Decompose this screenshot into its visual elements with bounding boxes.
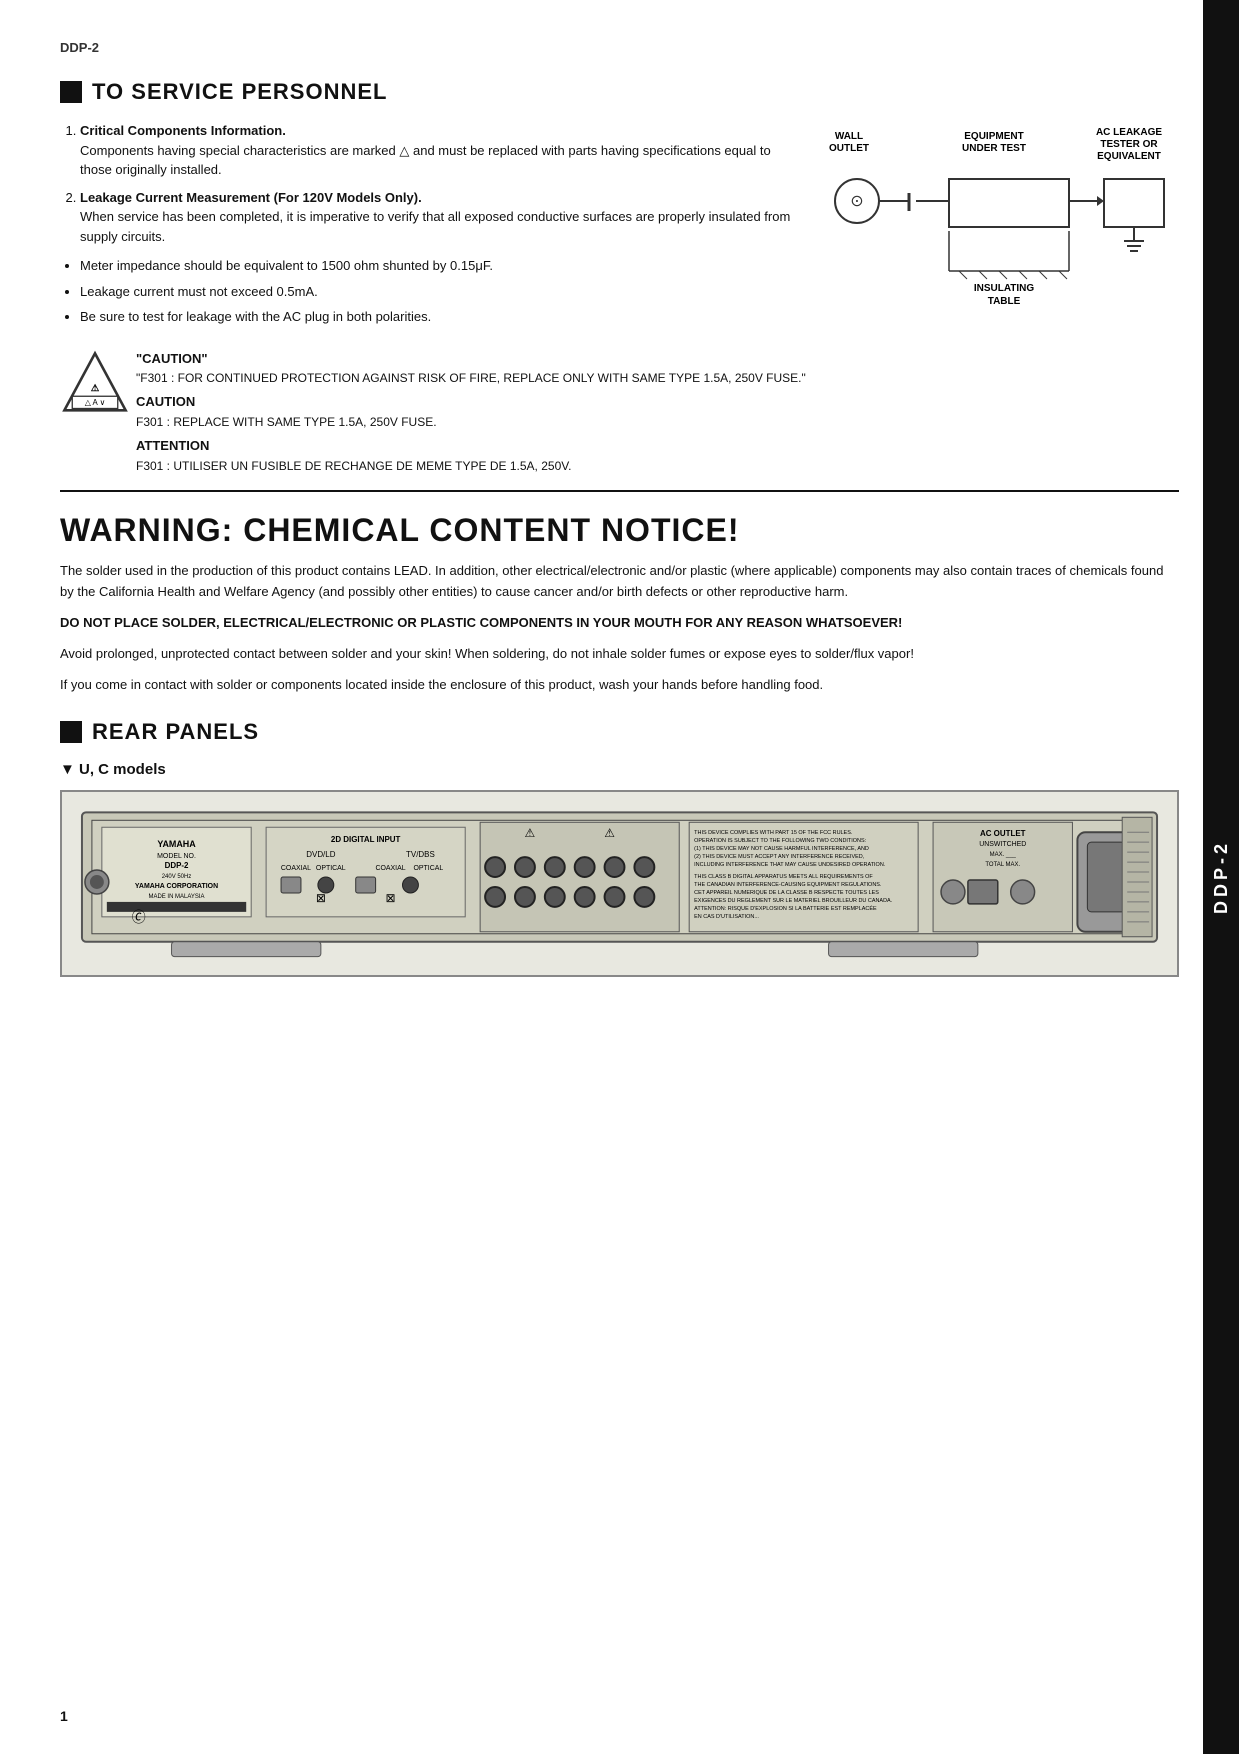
svg-text:COAXIAL: COAXIAL xyxy=(281,865,311,872)
svg-text:TESTER OR: TESTER OR xyxy=(1100,139,1158,150)
svg-text:△ A ∨: △ A ∨ xyxy=(85,398,106,407)
svg-text:OUTLET: OUTLET xyxy=(829,143,869,154)
warning-para4: If you come in contact with solder or co… xyxy=(60,675,1179,696)
svg-text:EQUIVALENT: EQUIVALENT xyxy=(1097,151,1161,162)
service-personnel-heading: TO SERVICE PERSONNEL xyxy=(60,79,1179,105)
service-list-item-1: Critical Components Information. Compone… xyxy=(80,121,799,180)
section1-layout: Critical Components Information. Compone… xyxy=(60,121,1179,335)
rear-panels-heading: REAR PANELS xyxy=(60,719,1179,745)
svg-text:DVD/LD: DVD/LD xyxy=(306,851,335,860)
attention-title: ATTENTION xyxy=(136,436,1179,457)
caution-triangle-icon: ⚠ △ A ∨ xyxy=(60,349,120,409)
svg-text:UNDER TEST: UNDER TEST xyxy=(962,143,1026,154)
svg-text:WALL: WALL xyxy=(835,131,863,142)
svg-text:(2) THIS DEVICE MUST ACCEPT AN: (2) THIS DEVICE MUST ACCEPT ANY INTERFER… xyxy=(694,855,865,861)
svg-text:DDP-2: DDP-2 xyxy=(165,862,189,871)
warning-body: The solder used in the production of thi… xyxy=(60,561,1179,695)
svg-text:OPTICAL: OPTICAL xyxy=(316,865,346,872)
model-label: U, C models xyxy=(60,761,1179,778)
svg-text:MADE IN MALAYSIA: MADE IN MALAYSIA xyxy=(149,894,205,900)
rear-panel-svg: YAMAHA MODEL NO. DDP-2 240V 50Hz YAMAHA … xyxy=(72,802,1167,962)
svg-text:⊙: ⊙ xyxy=(850,193,863,210)
svg-text:MAX. ___: MAX. ___ xyxy=(990,853,1017,859)
svg-text:2D DIGITAL INPUT: 2D DIGITAL INPUT xyxy=(331,836,401,845)
svg-text:TV/DBS: TV/DBS xyxy=(406,851,435,860)
page-number: 1 xyxy=(60,1708,68,1724)
svg-text:MODEL NO.: MODEL NO. xyxy=(157,854,196,861)
vertical-label-text: DDP-2 xyxy=(1211,840,1232,914)
service-bullet-list: Meter impedance should be equivalent to … xyxy=(80,256,799,327)
svg-text:🄫: 🄫 xyxy=(132,909,146,925)
svg-text:TOTAL MAX.: TOTAL MAX. xyxy=(985,863,1020,869)
rear-panels-square-icon xyxy=(60,721,82,743)
service-list-item-2: Leakage Current Measurement (For 120V Mo… xyxy=(80,188,799,247)
bullet-item-2: Leakage current must not exceed 0.5mA. xyxy=(80,282,799,302)
caution-text-block: "CAUTION" "F301 : FOR CONTINUED PROTECTI… xyxy=(136,349,1179,477)
leakage-diagram-svg: WALL OUTLET EQUIPMENT UNDER TEST AC LEAK… xyxy=(819,121,1179,321)
rear-panels-section: REAR PANELS U, C models YAMAHA MODEL NO.… xyxy=(60,719,1179,977)
service-numbered-list: Critical Components Information. Compone… xyxy=(80,121,799,246)
svg-text:240V 50Hz: 240V 50Hz xyxy=(162,874,192,880)
svg-text:INCLUDING INTERFERENCE THAT MA: INCLUDING INTERFERENCE THAT MAY CAUSE UN… xyxy=(694,863,886,869)
warning-section: WARNING: CHEMICAL CONTENT NOTICE! The so… xyxy=(60,512,1179,695)
svg-text:⊠: ⊠ xyxy=(386,891,396,905)
svg-text:CET APPAREIL NUMERIQUE DE LA C: CET APPAREIL NUMERIQUE DE LA CLASSE B RE… xyxy=(694,890,879,896)
item2-title: Leakage Current Measurement (For 120V Mo… xyxy=(80,190,422,205)
rear-panels-title: REAR PANELS xyxy=(92,719,259,745)
caution-f301-2: F301 : REPLACE WITH SAME TYPE 1.5A, 250V… xyxy=(136,413,1179,432)
top-label: DDP-2 xyxy=(60,40,1179,55)
svg-text:AC LEAKAGE: AC LEAKAGE xyxy=(1096,127,1162,138)
item1-body: Components having special characteristic… xyxy=(80,143,771,178)
warning-para1: The solder used in the production of thi… xyxy=(60,561,1179,603)
service-text-block: Critical Components Information. Compone… xyxy=(60,121,799,335)
heading-square-icon xyxy=(60,81,82,103)
svg-text:(1) THIS DEVICE MAY NOT CAUSE: (1) THIS DEVICE MAY NOT CAUSE HARMFUL IN… xyxy=(694,847,869,853)
item2-body: When service has been completed, it is i… xyxy=(80,209,790,244)
svg-text:OPTICAL: OPTICAL xyxy=(413,865,443,872)
svg-text:EXIGENCES DU REGLEMENT SUR LE: EXIGENCES DU REGLEMENT SUR LE MATERIEL B… xyxy=(694,898,893,904)
svg-text:EQUIPMENT: EQUIPMENT xyxy=(964,131,1023,142)
svg-text:UNSWITCHED: UNSWITCHED xyxy=(979,842,1026,849)
svg-text:TABLE: TABLE xyxy=(988,296,1021,307)
caution-quote-title: "CAUTION" xyxy=(136,349,1179,370)
svg-text:AC OUTLET: AC OUTLET xyxy=(980,830,1026,839)
svg-text:⚠: ⚠ xyxy=(91,383,100,394)
vertical-label: DDP-2 xyxy=(1203,0,1239,1754)
svg-text:THE CANADIAN INTERFERENCE-CAUS: THE CANADIAN INTERFERENCE-CAUSING EQUIPM… xyxy=(694,882,882,888)
caution-f301-quote: "F301 : FOR CONTINUED PROTECTION AGAINST… xyxy=(136,369,1179,388)
service-personnel-title: TO SERVICE PERSONNEL xyxy=(92,79,387,105)
leakage-diagram: WALL OUTLET EQUIPMENT UNDER TEST AC LEAK… xyxy=(819,121,1179,335)
caution-title: CAUTION xyxy=(136,392,1179,413)
svg-text:YAMAHA CORPORATION: YAMAHA CORPORATION xyxy=(135,883,218,890)
svg-text:ATTENTION: RISQUE D'EXPLOSION: ATTENTION: RISQUE D'EXPLOSION SI LA BATT… xyxy=(694,905,877,912)
item1-title: Critical Components Information. xyxy=(80,123,286,138)
svg-text:OPERATION IS SUBJECT TO THE FO: OPERATION IS SUBJECT TO THE FOLLOWING TW… xyxy=(694,839,866,845)
svg-text:THIS CLASS B DIGITAL APPARATUS: THIS CLASS B DIGITAL APPARATUS MEETS ALL… xyxy=(694,874,873,880)
svg-text:⊠: ⊠ xyxy=(316,891,326,905)
bullet-item-3: Be sure to test for leakage with the AC … xyxy=(80,307,799,327)
warning-title: WARNING: CHEMICAL CONTENT NOTICE! xyxy=(60,512,1179,549)
attention-f301: F301 : UTILISER UN FUSIBLE DE RECHANGE D… xyxy=(136,457,1179,476)
page: DDP-2 TO SERVICE PERSONNEL Critical Comp… xyxy=(0,0,1239,1754)
rear-panel-diagram: YAMAHA MODEL NO. DDP-2 240V 50Hz YAMAHA … xyxy=(60,790,1179,977)
caution-section: ⚠ △ A ∨ "CAUTION" "F301 : FOR CONTINUED … xyxy=(60,349,1179,477)
svg-text:COAXIAL: COAXIAL xyxy=(375,865,405,872)
svg-text:⚠: ⚠ xyxy=(604,827,615,841)
section-divider xyxy=(60,490,1179,492)
warning-para3: Avoid prolonged, unprotected contact bet… xyxy=(60,644,1179,665)
svg-text:⚠: ⚠ xyxy=(525,827,536,841)
svg-text:THIS DEVICE COMPLIES WITH PART: THIS DEVICE COMPLIES WITH PART 15 OF THE… xyxy=(694,831,853,837)
svg-text:INSULATING: INSULATING xyxy=(974,283,1035,294)
bullet-item-1: Meter impedance should be equivalent to … xyxy=(80,256,799,276)
warning-para2: DO NOT PLACE SOLDER, ELECTRICAL/ELECTRON… xyxy=(60,613,1179,634)
svg-text:YAMAHA: YAMAHA xyxy=(157,840,196,850)
svg-text:EN CAS D'UTILISATION...: EN CAS D'UTILISATION... xyxy=(694,914,759,920)
